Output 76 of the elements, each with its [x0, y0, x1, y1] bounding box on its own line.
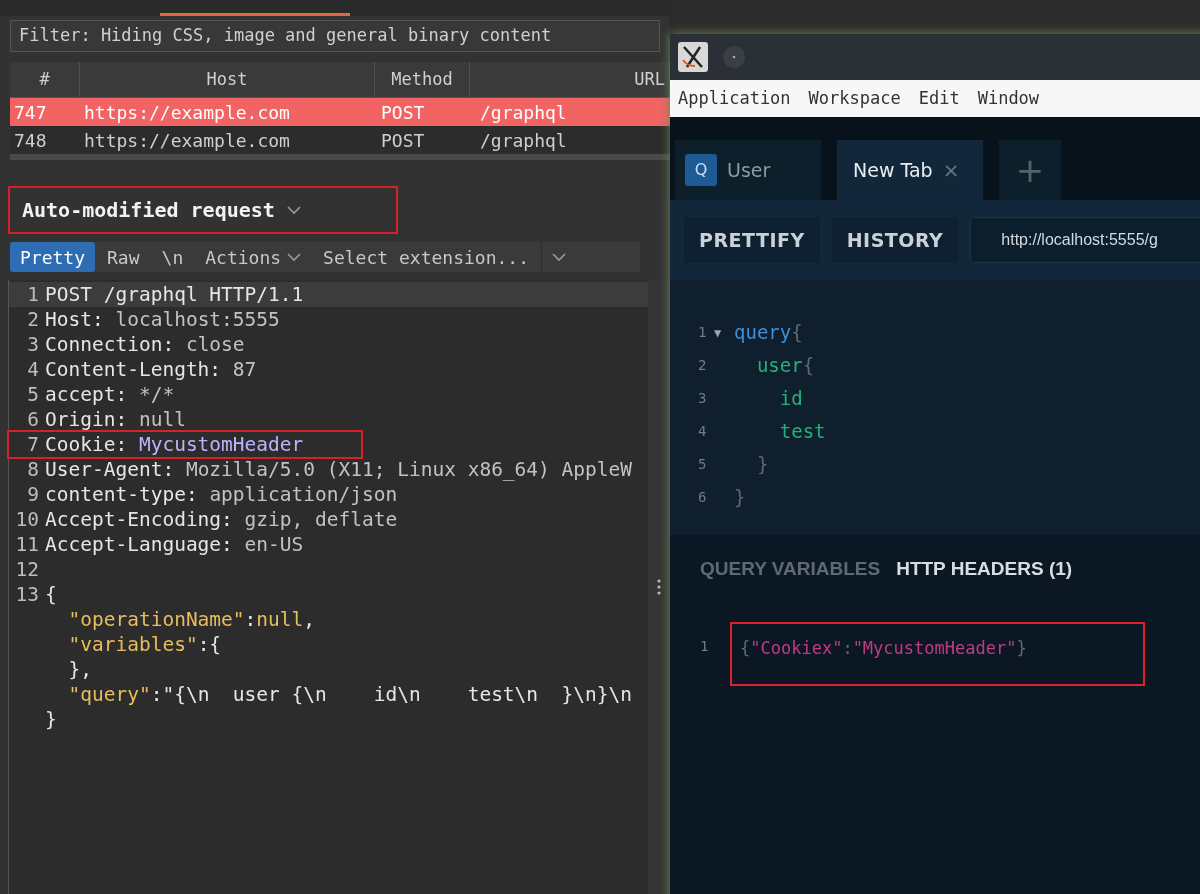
line-number: 5: [27, 383, 39, 406]
chevron-down-icon: [287, 252, 302, 262]
fold-toggle[interactable]: ▼: [714, 325, 722, 340]
line-number: 1: [700, 636, 710, 656]
line-number: 6: [698, 488, 708, 507]
tab-label: New Tab: [852, 157, 933, 183]
menu-item[interactable]: Workspace: [808, 85, 901, 112]
tab-label: User: [727, 157, 771, 183]
line-number: 6: [27, 408, 39, 431]
toolbar-button[interactable]: HISTORY: [831, 217, 959, 263]
table-cell-text: /graphql: [479, 128, 568, 153]
code-line: "operationName":null,: [67, 607, 316, 632]
line-number: 4: [27, 358, 39, 381]
panel-tab[interactable]: HTTP HEADERS (1): [896, 555, 1073, 584]
line-number: 3: [27, 333, 39, 356]
code-line: "variables":{: [67, 632, 222, 657]
chevron-down-icon: [286, 205, 301, 215]
splitter-handle-icon[interactable]: [657, 578, 661, 596]
menu-item[interactable]: Edit: [918, 85, 960, 112]
line-number: 1: [698, 323, 708, 342]
code-line: User-Agent: Mozilla/5.0 (X11; Linux x86_64) AppleW: [45, 457, 632, 482]
query-tab[interactable]: Q User: [675, 140, 821, 200]
column-header[interactable]: Method: [375, 62, 470, 97]
x-logo-icon[interactable]: [678, 42, 708, 72]
query-badge: Q: [685, 154, 717, 186]
line-number: 5: [698, 455, 708, 474]
code-line: }: [734, 485, 746, 511]
code-line: query{: [734, 320, 803, 346]
code-line: POST /graphql HTTP/1.1: [45, 282, 304, 307]
line-number: 13: [15, 583, 39, 606]
code-line: Connection: close: [45, 332, 245, 357]
code-line: }: [45, 707, 57, 732]
table-cell-text: https://example.com: [83, 100, 291, 125]
line-number: 11: [15, 533, 39, 556]
code-line: Origin: null: [45, 407, 186, 432]
chevron-down-icon: [552, 252, 566, 262]
line-number: 9: [27, 483, 39, 506]
code-line: Accept-Language: en-US: [45, 532, 304, 557]
table-cell-text: POST: [380, 100, 426, 125]
line-number: 12: [15, 558, 39, 581]
code-line: Accept-Encoding: gzip, deflate: [45, 507, 398, 532]
code-line: "query":"{\n user {\n id\n test\n }\n}\n: [67, 682, 632, 707]
table-cell-text: POST: [380, 128, 426, 153]
code-line: Content-Length: 87: [45, 357, 257, 382]
url-field[interactable]: http://localhost:5555/g: [970, 217, 1200, 263]
line-number: 10: [15, 508, 39, 531]
line-number: 3: [698, 389, 708, 408]
menu-item[interactable]: Application: [678, 85, 791, 112]
line-number: 7: [27, 433, 39, 456]
view-tab[interactable]: Pretty: [10, 242, 96, 272]
line-number: 4: [698, 422, 708, 441]
code-line: test: [778, 419, 826, 445]
code-line: {: [45, 582, 57, 607]
code-line: id: [778, 386, 803, 412]
code-line: accept: */*: [45, 382, 175, 407]
table-cell-text: 748: [13, 128, 48, 153]
code-line: Host: localhost:5555: [45, 307, 280, 332]
table-cell-text: /graphql: [479, 100, 568, 125]
filter-bar[interactable]: Filter: Hiding CSS, image and general binary content: [10, 20, 660, 52]
line-number: 2: [698, 356, 708, 375]
table-cell-text: https://example.com: [83, 128, 291, 153]
column-header[interactable]: Host: [80, 62, 375, 97]
column-header[interactable]: #: [10, 62, 80, 97]
code-line: }: [755, 452, 769, 478]
request-title-dropdown[interactable]: Auto-modified request: [8, 186, 398, 234]
code-line: },: [67, 657, 92, 682]
request-editor[interactable]: [8, 280, 648, 894]
line-number: 2: [27, 308, 39, 331]
table-cell-text: 747: [13, 100, 48, 125]
query-tab[interactable]: New Tab ×: [837, 140, 983, 200]
menu-item[interactable]: Window: [977, 85, 1040, 112]
toolbar-button[interactable]: PRETTIFY: [684, 217, 820, 263]
line-number: 8: [27, 458, 39, 481]
code-line: user{: [755, 353, 815, 379]
code-line: content-type: application/json: [45, 482, 398, 507]
line-number: 1: [27, 283, 39, 306]
